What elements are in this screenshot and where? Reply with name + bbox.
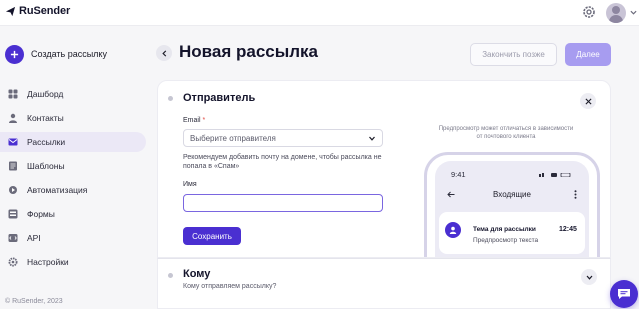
next-button[interactable]: Далее	[565, 43, 611, 66]
sidebar-item-label: Настройки	[27, 257, 69, 267]
recipients-card[interactable]: Кому Кому отправляем рассылку?	[157, 258, 611, 309]
save-button[interactable]: Сохранить	[183, 227, 241, 245]
chevron-down-icon[interactable]	[630, 9, 637, 16]
sidebar-item-label: API	[27, 233, 41, 243]
sidebar-item-label: Формы	[27, 209, 55, 219]
required-mark: *	[202, 117, 206, 124]
name-input[interactable]	[183, 194, 383, 212]
recipients-title: Кому	[183, 268, 211, 280]
chevron-down-icon	[586, 275, 592, 280]
sidebar-item-api[interactable]: API	[0, 228, 150, 248]
logo-text: RuSender	[19, 5, 71, 17]
sidebar-item-label: Рассылки	[27, 137, 66, 147]
name-label: Имя	[183, 181, 197, 188]
spam-hint: Рекомендуем добавить почту на домене, чт…	[183, 154, 382, 170]
chevron-down-icon	[369, 136, 375, 141]
create-mailing-label: Создать рассылку	[31, 49, 107, 59]
message-preview-text: Предпросмотр текста	[473, 237, 539, 244]
copyright: © RuSender, 2023	[5, 298, 63, 305]
close-button[interactable]	[580, 93, 596, 109]
chat-button[interactable]	[610, 280, 638, 308]
sidebar-item-templates[interactable]: Шаблоны	[0, 156, 150, 176]
expand-button[interactable]	[581, 269, 597, 285]
sender-card: Отправитель Email * Выберите отправителя…	[157, 80, 611, 258]
phone-preview: 9:41 Входящие Тема для рассылки Предпрос…	[424, 152, 600, 257]
phone-status-icons	[539, 173, 571, 177]
section-bullet	[168, 273, 173, 278]
sender-avatar	[445, 222, 461, 238]
sidebar-item-contacts[interactable]: Контакты	[0, 108, 150, 128]
section-bullet	[168, 96, 173, 101]
sidebar-nav: Дашборд Контакты Рассылки Шаблоны Автома…	[0, 84, 150, 276]
message-time: 12:45	[559, 226, 577, 233]
sidebar-item-mailings[interactable]: Рассылки	[0, 132, 146, 152]
create-mailing-button[interactable]: Создать рассылку	[5, 44, 107, 64]
user-icon	[449, 226, 457, 234]
forms-icon	[8, 209, 18, 219]
sidebar-item-automation[interactable]: Автоматизация	[0, 180, 150, 200]
page-title: Новая рассылка	[179, 42, 319, 61]
avatar[interactable]	[606, 3, 626, 23]
chat-icon	[618, 289, 630, 299]
sidebar-item-settings[interactable]: Настройки	[0, 252, 150, 272]
more-vertical-icon	[574, 190, 577, 199]
phone-inbox-title: Входящие	[493, 190, 531, 199]
recipients-subtitle: Кому отправляем рассылку?	[183, 283, 277, 290]
api-icon	[8, 234, 18, 242]
close-icon	[584, 97, 592, 105]
sender-select[interactable]: Выберите отправителя	[183, 129, 383, 147]
email-label: Email *	[183, 117, 205, 124]
sidebar-item-forms[interactable]: Формы	[0, 204, 150, 224]
sender-title: Отправитель	[183, 92, 256, 104]
sidebar-item-label: Автоматизация	[27, 185, 88, 195]
sidebar-item-label: Шаблоны	[27, 161, 65, 171]
back-button[interactable]	[156, 45, 172, 61]
finish-later-button[interactable]: Закончить позже	[470, 43, 557, 66]
plus-icon	[5, 44, 24, 64]
message-subject: Тема для рассылки	[473, 226, 536, 233]
sender-select-value: Выберите отправителя	[190, 133, 276, 143]
phone-time: 9:41	[451, 170, 466, 179]
automation-icon	[9, 186, 17, 194]
preview-note: Предпросмотр может отличаться в зависимо…	[438, 126, 574, 140]
settings-icon	[8, 257, 18, 267]
contacts-icon	[9, 113, 17, 123]
chevron-left-icon	[161, 49, 166, 57]
logo[interactable]: RuSender	[5, 5, 70, 17]
top-bar: RuSender	[0, 0, 639, 26]
sidebar-item-label: Дашборд	[27, 89, 64, 99]
dashboard-icon	[8, 89, 18, 99]
send-icon	[5, 6, 16, 16]
sidebar-item-label: Контакты	[27, 113, 64, 123]
mailings-icon	[8, 138, 18, 146]
sidebar: Создать рассылку Дашборд Контакты Рассыл…	[0, 26, 150, 309]
templates-icon	[9, 161, 17, 171]
phone-screen: 9:41 Входящие Тема для рассылки Предпрос…	[435, 161, 589, 257]
message-preview: Тема для рассылки Предпросмотр текста 12…	[439, 212, 585, 254]
settings-icon[interactable]	[582, 5, 596, 19]
email-label-text: Email	[183, 117, 201, 124]
sidebar-item-dashboard[interactable]: Дашборд	[0, 84, 150, 104]
